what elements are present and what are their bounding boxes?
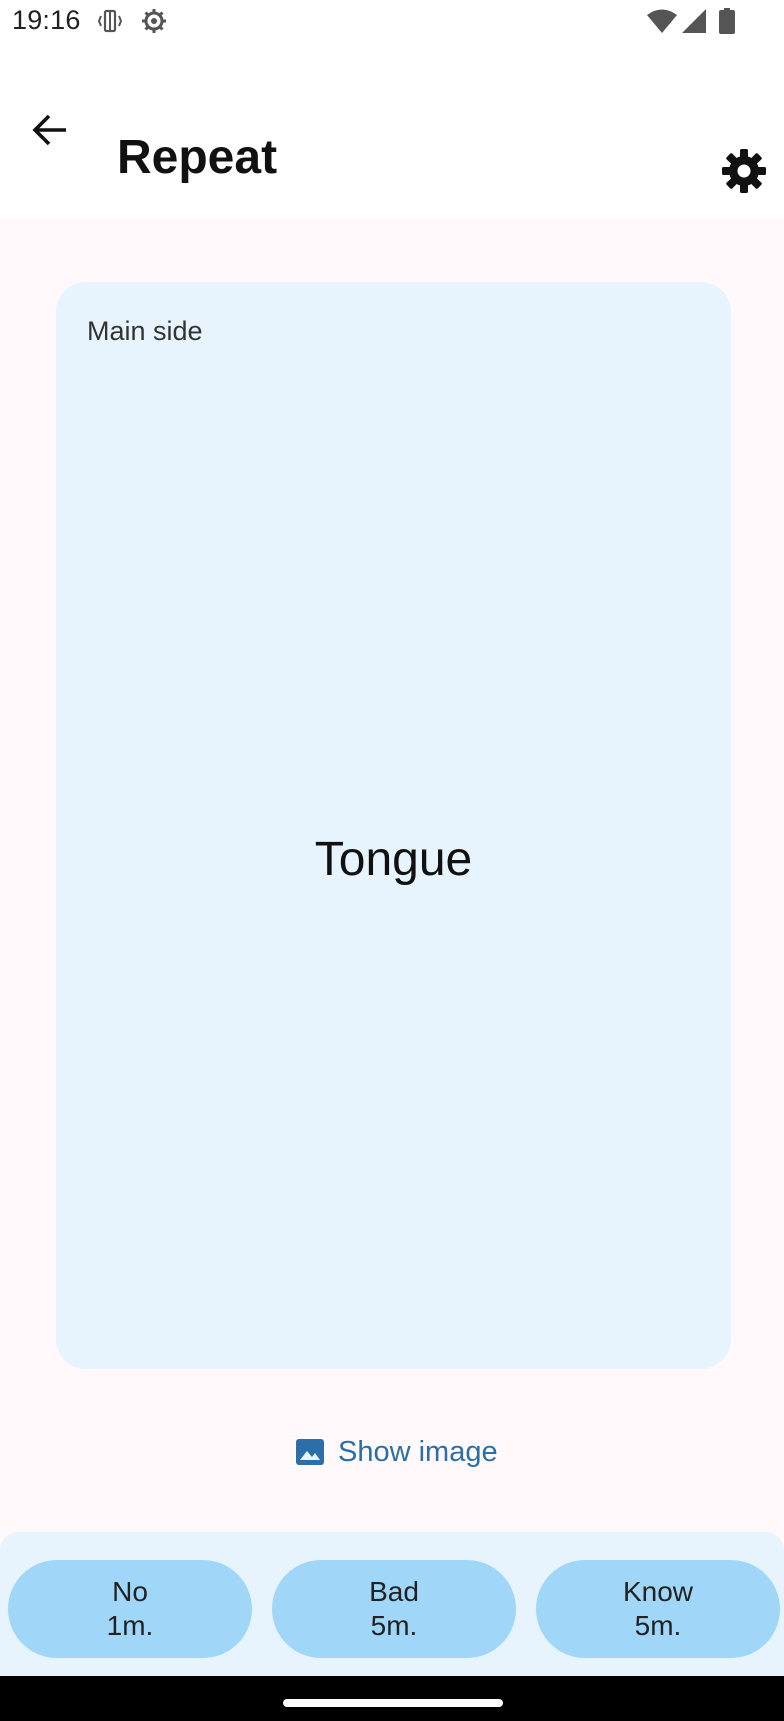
status-bar: 19:16 (0, 0, 784, 44)
flash-card[interactable]: Main side Tongue (56, 282, 731, 1369)
show-image-button[interactable]: Show image (294, 1430, 498, 1474)
arrow-back-icon (32, 114, 66, 146)
battery-icon (716, 7, 738, 35)
settings-gear-status-icon (140, 7, 168, 35)
home-gesture-handle[interactable] (283, 1699, 503, 1707)
answer-know-label: Know (622, 1576, 694, 1608)
answer-bad-label: Bad (369, 1576, 419, 1608)
answer-panel: No 1m. Bad 5m. Know 5m. (0, 1532, 784, 1676)
answer-no-interval: 1m. (106, 1610, 154, 1641)
gear-icon (722, 149, 766, 193)
system-nav-bar (0, 1676, 784, 1721)
card-word: Tongue (314, 833, 473, 886)
answer-bad-interval: 5m. (370, 1610, 418, 1641)
card-side-label: Main side (87, 316, 203, 346)
answer-no-label: No (112, 1576, 148, 1608)
settings-button[interactable] (712, 142, 776, 200)
back-button[interactable] (22, 102, 78, 158)
status-time: 19:16 (12, 5, 81, 35)
answer-know-button[interactable]: Know 5m. (536, 1560, 780, 1658)
answer-know-interval: 5m. (634, 1610, 682, 1641)
page-title: Repeat (117, 131, 278, 184)
answer-bad-button[interactable]: Bad 5m. (272, 1560, 516, 1658)
cell-signal-icon (680, 7, 708, 35)
answer-no-button[interactable]: No 1m. (8, 1560, 252, 1658)
show-image-label: Show image (338, 1435, 498, 1468)
vibrate-icon (96, 7, 124, 35)
wifi-icon (646, 7, 678, 35)
image-icon (296, 1439, 324, 1465)
